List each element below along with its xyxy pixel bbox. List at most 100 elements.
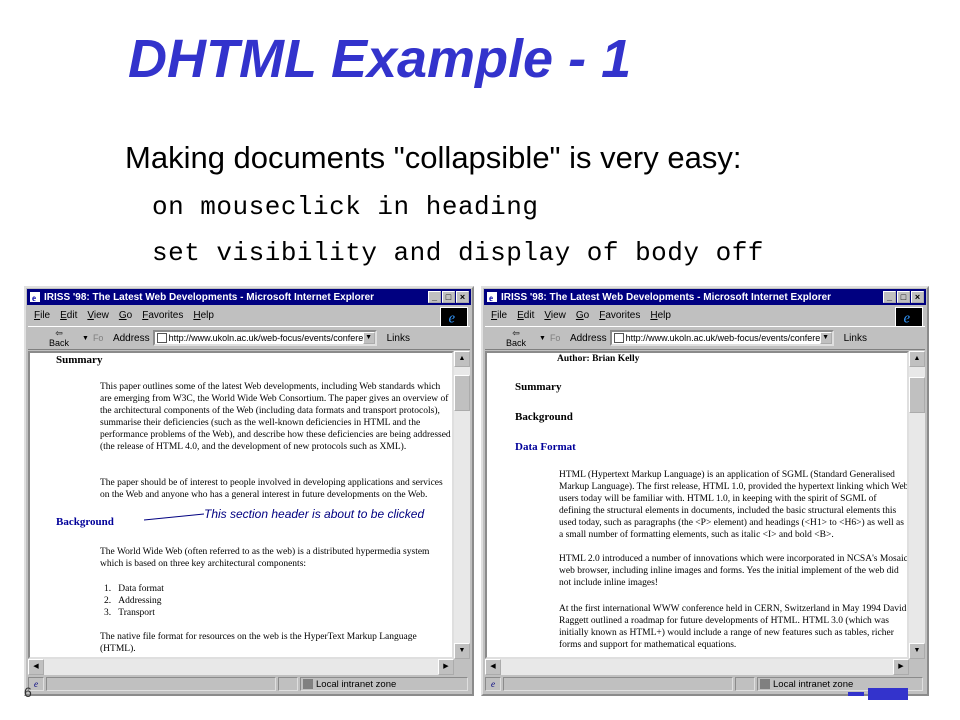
address-dropdown-icon[interactable]: ▼ xyxy=(819,332,832,344)
menu-go[interactable]: Go xyxy=(119,310,132,321)
page-icon xyxy=(156,333,167,343)
summary-heading[interactable]: Summary xyxy=(56,354,102,366)
data-format-paragraph-2: HTML 2.0 introduced a number of innovati… xyxy=(559,554,908,588)
close-button[interactable]: × xyxy=(456,291,469,303)
scroll-right-icon[interactable]: ▶ xyxy=(438,659,454,675)
scroll-thumb[interactable] xyxy=(454,375,470,411)
summary-heading[interactable]: Summary xyxy=(515,381,561,393)
address-input[interactable]: http://www.ukoln.ac.uk/web-focus/events/… xyxy=(609,330,834,346)
footer-logo-icon xyxy=(848,688,908,700)
zone-label: Local intranet zone xyxy=(316,678,397,690)
status-bar: e Local intranet zone xyxy=(28,676,470,692)
title-bar[interactable]: e IRISS '98: The Latest Web Developments… xyxy=(27,289,471,305)
vertical-scrollbar[interactable]: ▲ ▼ xyxy=(454,351,470,659)
menu-help[interactable]: Help xyxy=(650,310,671,321)
address-label: Address xyxy=(569,332,607,344)
background-heading[interactable]: Background xyxy=(515,411,573,423)
horizontal-scrollbar[interactable]: ◀ ▶ xyxy=(485,659,909,675)
scroll-right-icon[interactable]: ▶ xyxy=(893,659,909,675)
forward-button[interactable]: Fo xyxy=(93,333,109,343)
svg-text:e: e xyxy=(489,293,493,303)
summary-paragraph-2: The paper should be of interest to peopl… xyxy=(100,478,443,500)
close-button[interactable]: × xyxy=(911,291,924,303)
vertical-scrollbar[interactable]: ▲ ▼ xyxy=(909,351,925,659)
slide-subtitle: Making documents "collapsible" is very e… xyxy=(125,140,742,175)
menu-view[interactable]: View xyxy=(87,310,109,321)
summary-paragraph-1: This paper outlines some of the latest W… xyxy=(100,382,451,452)
scroll-up-icon[interactable]: ▲ xyxy=(454,351,470,367)
links-button[interactable]: Links xyxy=(387,333,410,344)
menu-favorites[interactable]: Favorites xyxy=(599,310,640,321)
address-value: http://www.ukoln.ac.uk/web-focus/events/… xyxy=(625,333,821,343)
horizontal-scrollbar[interactable]: ◀ ▶ xyxy=(28,659,454,675)
menu-view[interactable]: View xyxy=(544,310,566,321)
scroll-left-icon[interactable]: ◀ xyxy=(28,659,44,675)
menu-edit[interactable]: Edit xyxy=(60,310,77,321)
address-dropdown-icon[interactable]: ▼ xyxy=(362,332,375,344)
scroll-up-icon[interactable]: ▲ xyxy=(909,351,925,367)
menu-go[interactable]: Go xyxy=(576,310,589,321)
menu-bar: File Edit View Go Favorites Help xyxy=(28,306,470,324)
address-value: http://www.ukoln.ac.uk/web-focus/events/… xyxy=(168,333,364,343)
back-arrow-icon: ⇦ xyxy=(55,327,63,338)
scroll-left-icon[interactable]: ◀ xyxy=(485,659,501,675)
status-cell-empty xyxy=(278,677,298,691)
page-status-icon: e xyxy=(485,677,501,691)
links-button[interactable]: Links xyxy=(844,333,867,344)
window-title: IRISS '98: The Latest Web Developments -… xyxy=(44,291,375,303)
scroll-down-icon[interactable]: ▼ xyxy=(909,643,925,659)
ie-page-icon: e xyxy=(487,292,497,303)
status-cell-empty xyxy=(735,677,755,691)
code-line-2: set visibility and display of body off xyxy=(152,238,764,268)
window-title: IRISS '98: The Latest Web Developments -… xyxy=(501,291,832,303)
minimize-button[interactable]: _ xyxy=(883,291,896,303)
status-text xyxy=(46,677,276,691)
list-item: 2. Addressing xyxy=(104,596,162,606)
svg-text:e: e xyxy=(32,293,36,303)
maximize-button[interactable]: □ xyxy=(442,291,455,303)
address-input[interactable]: http://www.ukoln.ac.uk/web-focus/events/… xyxy=(152,330,377,346)
scroll-thumb[interactable] xyxy=(909,377,925,413)
back-label: Back xyxy=(48,337,69,348)
security-zone: Local intranet zone xyxy=(300,677,468,691)
data-format-paragraph-1: HTML (Hypertext Markup Language) is an a… xyxy=(559,470,909,540)
minimize-button[interactable]: _ xyxy=(428,291,441,303)
back-dropdown-icon[interactable]: ▼ xyxy=(539,335,546,342)
browser-window-after: e IRISS '98: The Latest Web Developments… xyxy=(481,286,929,696)
background-heading[interactable]: Background xyxy=(56,516,114,528)
ie-page-icon: e xyxy=(30,292,40,303)
svg-text:e: e xyxy=(449,310,456,326)
menu-file[interactable]: File xyxy=(491,310,507,321)
intranet-zone-icon xyxy=(303,679,313,689)
back-button[interactable]: ⇦ Back xyxy=(36,327,82,349)
page-content: Author: Brian Kelly Summary Background D… xyxy=(485,351,909,659)
title-bar[interactable]: e IRISS '98: The Latest Web Developments… xyxy=(484,289,926,305)
back-button[interactable]: ⇦ Back xyxy=(493,327,539,349)
forward-button[interactable]: Fo xyxy=(550,333,566,343)
annotation-pointer-line xyxy=(144,513,204,521)
back-dropdown-icon[interactable]: ▼ xyxy=(82,335,89,342)
background-paragraph-2: The native file format for resources on … xyxy=(100,632,417,654)
click-annotation: This section header is about to be click… xyxy=(204,507,425,521)
page-content: Summary This paper outlines some of the … xyxy=(28,351,454,659)
background-paragraph-1: The World Wide Web (often referred to as… xyxy=(100,547,430,569)
maximize-button[interactable]: □ xyxy=(897,291,910,303)
zone-label: Local intranet zone xyxy=(773,678,854,690)
ie-logo-icon: e xyxy=(895,307,923,327)
back-arrow-icon: ⇦ xyxy=(512,327,520,338)
browser-window-before: e IRISS '98: The Latest Web Developments… xyxy=(24,286,474,696)
list-item: 3. Transport xyxy=(104,608,155,618)
code-line-1: on mouseclick in heading xyxy=(152,192,539,222)
menu-favorites[interactable]: Favorites xyxy=(142,310,183,321)
menu-file[interactable]: File xyxy=(34,310,50,321)
list-item: 1. Data format xyxy=(104,584,164,594)
svg-text:e: e xyxy=(904,310,911,326)
data-format-heading[interactable]: Data Format xyxy=(515,441,576,453)
scroll-down-icon[interactable]: ▼ xyxy=(454,643,470,659)
back-label: Back xyxy=(505,337,526,348)
menu-edit[interactable]: Edit xyxy=(517,310,534,321)
toolbar: ⇦ Back ▼ Fo Address http://www.ukoln.ac.… xyxy=(485,326,925,350)
page-icon xyxy=(613,333,624,343)
menu-help[interactable]: Help xyxy=(193,310,214,321)
ie-logo-icon: e xyxy=(440,307,468,327)
